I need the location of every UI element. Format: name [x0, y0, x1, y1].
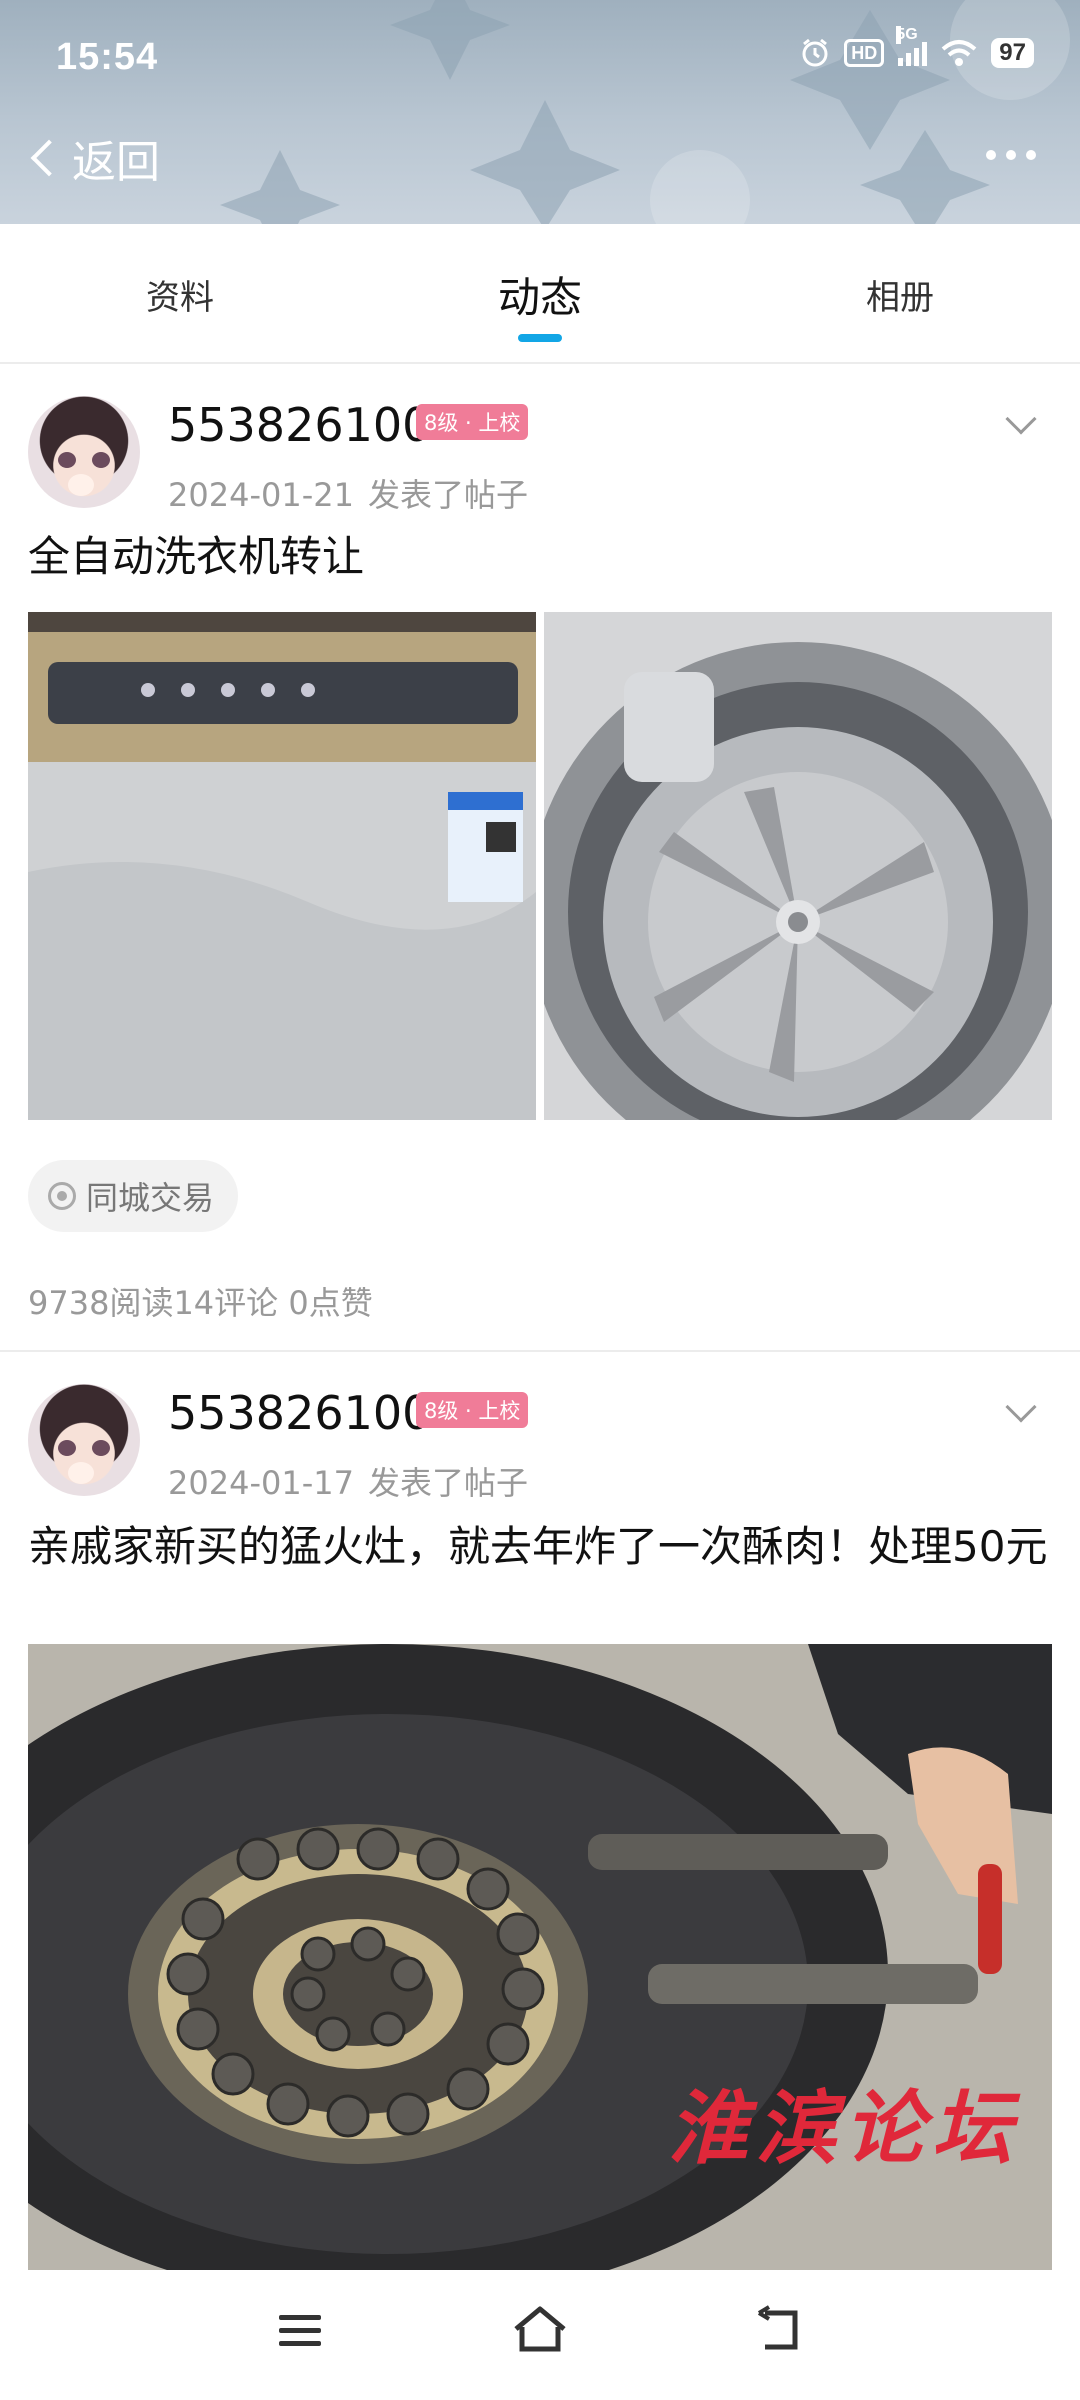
level-badge: 8级 · 上校: [416, 404, 529, 440]
system-nav-bar: [0, 2270, 1080, 2400]
status-icons: HD 5G 97: [800, 26, 1034, 68]
network-label: 5G: [896, 26, 918, 44]
chevron-down-icon[interactable]: [1005, 403, 1037, 435]
battery-icon: 97: [991, 38, 1034, 68]
profile-header: 15:54 HD 5G 97 返回: [0, 0, 1080, 224]
washing-machine-exterior-image[interactable]: [28, 612, 536, 1120]
tab-bar: 资料 动态 相册: [0, 224, 1080, 364]
post-meta: 2024-01-17 发表了帖子: [168, 1458, 528, 1504]
floral-background: [220, 0, 1070, 224]
username[interactable]: 553826100: [168, 1386, 431, 1440]
tab-profile-info[interactable]: 资料: [60, 224, 300, 364]
hd-icon: HD: [844, 39, 885, 67]
tag-label: 同城交易: [86, 1179, 215, 1217]
home-icon[interactable]: [500, 2290, 580, 2370]
forum-watermark: 淮滨论坛: [668, 2081, 1020, 2175]
signal-icon: 5G: [896, 26, 928, 66]
level-badge: 8级 · 上校: [416, 1392, 529, 1428]
post-date: 2024-01-17: [168, 1464, 354, 1502]
avatar[interactable]: [28, 396, 140, 508]
post-action: 发表了帖子: [367, 476, 528, 514]
back-button[interactable]: 返回: [26, 126, 160, 190]
post-title[interactable]: 亲戚家新买的猛火灶，就去年炸了一次酥肉！处理50元: [28, 1518, 1052, 1576]
back-icon[interactable]: [740, 2290, 820, 2370]
avatar[interactable]: [28, 1384, 140, 1496]
location-tag[interactable]: 同城交易: [28, 1160, 239, 1232]
more-dots-icon[interactable]: [986, 150, 1036, 160]
tab-activity[interactable]: 动态: [420, 224, 660, 364]
active-tab-indicator: [518, 334, 562, 342]
chevron-down-icon[interactable]: [1005, 1391, 1037, 1423]
gas-stove-burner-image[interactable]: 淮滨论坛: [28, 1644, 1052, 2270]
back-label: 返回: [72, 137, 160, 188]
tab-album[interactable]: 相册: [780, 224, 1020, 364]
washing-machine-drum-image[interactable]: [544, 612, 1052, 1120]
post-title[interactable]: 全自动洗衣机转让: [28, 528, 1052, 586]
alarm-icon: [800, 38, 830, 68]
chevron-left-icon: [30, 139, 68, 177]
menu-icon[interactable]: [260, 2290, 340, 2370]
post-meta: 2024-01-21 发表了帖子: [168, 470, 528, 516]
username[interactable]: 553826100: [168, 398, 431, 452]
wifi-icon: [941, 39, 977, 67]
location-tag-icon: [48, 1182, 76, 1210]
status-time: 15:54: [56, 36, 159, 78]
post-action: 发表了帖子: [367, 1464, 528, 1502]
post-stats: 9738阅读14评论 0点赞: [28, 1284, 373, 1322]
post-card[interactable]: 553826100 8级 · 上校 2024-01-21 发表了帖子 全自动洗衣机…: [0, 364, 1080, 1352]
post-card[interactable]: 553826100 8级 · 上校 2024-01-17 发表了帖子 亲戚家新买的…: [0, 1352, 1080, 2270]
post-date: 2024-01-21: [168, 476, 354, 514]
